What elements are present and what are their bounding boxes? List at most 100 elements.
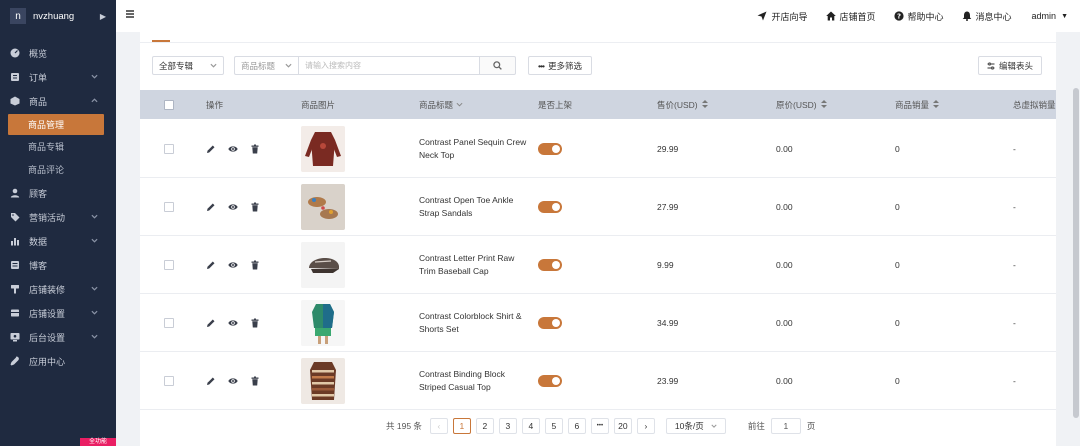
goto-page-input[interactable]: 1 bbox=[770, 418, 801, 434]
header-price[interactable]: 售价(USD) bbox=[657, 90, 708, 119]
prev-page-button[interactable]: ‹ bbox=[429, 418, 448, 434]
sidebar-item-orders[interactable]: 订单 bbox=[0, 65, 116, 89]
view-icon[interactable] bbox=[228, 144, 238, 154]
product-title[interactable]: Contrast Open Toe Ankle Strap Sandals bbox=[419, 194, 529, 220]
listed-toggle[interactable] bbox=[538, 294, 562, 351]
row-checkbox[interactable] bbox=[164, 178, 174, 235]
user-menu[interactable]: admin ▼ bbox=[1032, 11, 1068, 21]
product-image[interactable] bbox=[301, 178, 345, 235]
edit-icon[interactable] bbox=[206, 144, 216, 154]
delete-icon[interactable] bbox=[250, 144, 260, 154]
chevron-up-icon bbox=[91, 96, 98, 106]
message-center-link[interactable]: 消息中心 bbox=[962, 10, 1012, 23]
product-title[interactable]: Contrast Letter Print Raw Trim Baseball … bbox=[419, 252, 529, 278]
listed-toggle[interactable] bbox=[538, 236, 562, 293]
sidebar-item-shop-settings[interactable]: 店铺设置 bbox=[0, 301, 116, 325]
chevron-down-icon bbox=[91, 72, 98, 82]
search-field-value: 商品标题 bbox=[241, 60, 276, 71]
header-sales[interactable]: 商品销量 bbox=[895, 90, 940, 119]
edit-icon[interactable] bbox=[206, 376, 216, 386]
product-image[interactable] bbox=[301, 352, 345, 409]
delete-icon[interactable] bbox=[250, 260, 260, 270]
page-3[interactable]: 3 bbox=[498, 418, 517, 434]
table-row: Contrast Colorblock Shirt & Shorts Set 3… bbox=[140, 294, 1056, 352]
header-cost[interactable]: 原价(USD) bbox=[776, 90, 827, 119]
delete-icon[interactable] bbox=[250, 202, 260, 212]
sales-value: 0 bbox=[895, 201, 900, 212]
page-20[interactable]: 20 bbox=[613, 418, 632, 434]
product-title-cell[interactable]: Contrast Panel Sequin Crew Neck Top bbox=[419, 120, 529, 177]
next-page-button[interactable]: › bbox=[636, 418, 655, 434]
product-image[interactable] bbox=[301, 120, 345, 177]
row-checkbox[interactable] bbox=[164, 294, 174, 351]
cost-value: 0.00 bbox=[776, 201, 793, 212]
sidebar-item-customers[interactable]: 顾客 bbox=[0, 181, 116, 205]
product-title[interactable]: Contrast Panel Sequin Crew Neck Top bbox=[419, 136, 529, 162]
search-button[interactable] bbox=[480, 56, 516, 75]
sidebar-item-blog[interactable]: 博客 bbox=[0, 253, 116, 277]
menu-toggle-icon[interactable] bbox=[125, 9, 135, 19]
chevron-down-icon bbox=[91, 212, 98, 222]
dashboard-icon bbox=[10, 48, 20, 58]
product-title-cell[interactable]: Contrast Letter Print Raw Trim Baseball … bbox=[419, 236, 529, 293]
sort-icon bbox=[817, 99, 827, 110]
edit-icon[interactable] bbox=[206, 202, 216, 212]
view-icon[interactable] bbox=[228, 318, 238, 328]
page-ellipsis[interactable]: ••• bbox=[590, 418, 609, 434]
row-checkbox[interactable] bbox=[164, 352, 174, 409]
product-image[interactable] bbox=[301, 236, 345, 293]
view-icon[interactable] bbox=[228, 202, 238, 212]
message-center-label: 消息中心 bbox=[975, 11, 1012, 22]
listed-toggle[interactable] bbox=[538, 178, 562, 235]
sidebar-item-decoration[interactable]: 店铺装修 bbox=[0, 277, 116, 301]
cost-value: 0.00 bbox=[776, 375, 793, 386]
listed-toggle[interactable] bbox=[538, 352, 562, 409]
sidebar-item-label: 店铺设置 bbox=[29, 308, 66, 319]
sidebar-subitem-product-reviews[interactable]: 商品评论 bbox=[0, 158, 116, 181]
select-all-checkbox[interactable] bbox=[164, 90, 174, 119]
shop-home-link[interactable]: 店铺首页 bbox=[825, 10, 876, 23]
header-title-label: 商品标题 bbox=[419, 99, 454, 110]
page-5[interactable]: 5 bbox=[544, 418, 563, 434]
edit-icon[interactable] bbox=[206, 318, 216, 328]
view-icon[interactable] bbox=[228, 376, 238, 386]
setup-guide-link[interactable]: 开店向导 bbox=[757, 10, 808, 23]
sidebar-item-products[interactable]: 商品 bbox=[0, 89, 116, 113]
sidebar-item-data[interactable]: 数据 bbox=[0, 229, 116, 253]
product-title-cell[interactable]: Contrast Colorblock Shirt & Shorts Set bbox=[419, 294, 529, 351]
product-title-cell[interactable]: Contrast Binding Block Striped Casual To… bbox=[419, 352, 529, 409]
edit-icon[interactable] bbox=[206, 260, 216, 270]
product-image[interactable] bbox=[301, 294, 345, 351]
page-size-select[interactable]: 10条/页 bbox=[665, 418, 726, 434]
sidebar-subitem-product-management[interactable]: 商品管理 bbox=[8, 114, 104, 135]
help-center-link[interactable]: ? 帮助中心 bbox=[893, 10, 944, 23]
listed-toggle[interactable] bbox=[538, 120, 562, 177]
page-4[interactable]: 4 bbox=[521, 418, 540, 434]
sidebar-item-admin-settings[interactable]: 后台设置 bbox=[0, 325, 116, 349]
product-title[interactable]: Contrast Colorblock Shirt & Shorts Set bbox=[419, 310, 529, 336]
edit-columns-button[interactable]: 编辑表头 bbox=[977, 56, 1042, 75]
album-select[interactable]: 全部专辑 bbox=[152, 56, 224, 75]
view-icon[interactable] bbox=[228, 260, 238, 270]
sidebar-item-app-center[interactable]: 应用中心 bbox=[0, 349, 116, 373]
more-filters-button[interactable]: ••• 更多筛选 bbox=[528, 56, 592, 75]
sidebar-subitem-product-albums[interactable]: 商品专辑 bbox=[0, 135, 116, 158]
page-scrollbar-thumb[interactable] bbox=[1073, 88, 1079, 418]
header-sales-label: 商品销量 bbox=[895, 99, 930, 110]
product-title-cell[interactable]: Contrast Open Toe Ankle Strap Sandals bbox=[419, 178, 529, 235]
header-title[interactable]: 商品标题 bbox=[419, 90, 463, 119]
page-1[interactable]: 1 bbox=[452, 418, 471, 434]
delete-icon[interactable] bbox=[250, 318, 260, 328]
page-6[interactable]: 6 bbox=[567, 418, 586, 434]
search-input[interactable]: 请输入搜索内容 bbox=[298, 56, 480, 75]
row-actions bbox=[206, 236, 272, 293]
delete-icon[interactable] bbox=[250, 376, 260, 386]
row-checkbox[interactable] bbox=[164, 120, 174, 177]
row-checkbox[interactable] bbox=[164, 236, 174, 293]
search-field-select[interactable]: 商品标题 bbox=[234, 56, 298, 75]
page-2[interactable]: 2 bbox=[475, 418, 494, 434]
brand-switcher[interactable]: n nvzhuang ▶ bbox=[0, 0, 116, 32]
sidebar-item-marketing[interactable]: 营销活动 bbox=[0, 205, 116, 229]
sidebar-item-overview[interactable]: 概览 bbox=[0, 41, 116, 65]
product-title[interactable]: Contrast Binding Block Striped Casual To… bbox=[419, 368, 529, 394]
